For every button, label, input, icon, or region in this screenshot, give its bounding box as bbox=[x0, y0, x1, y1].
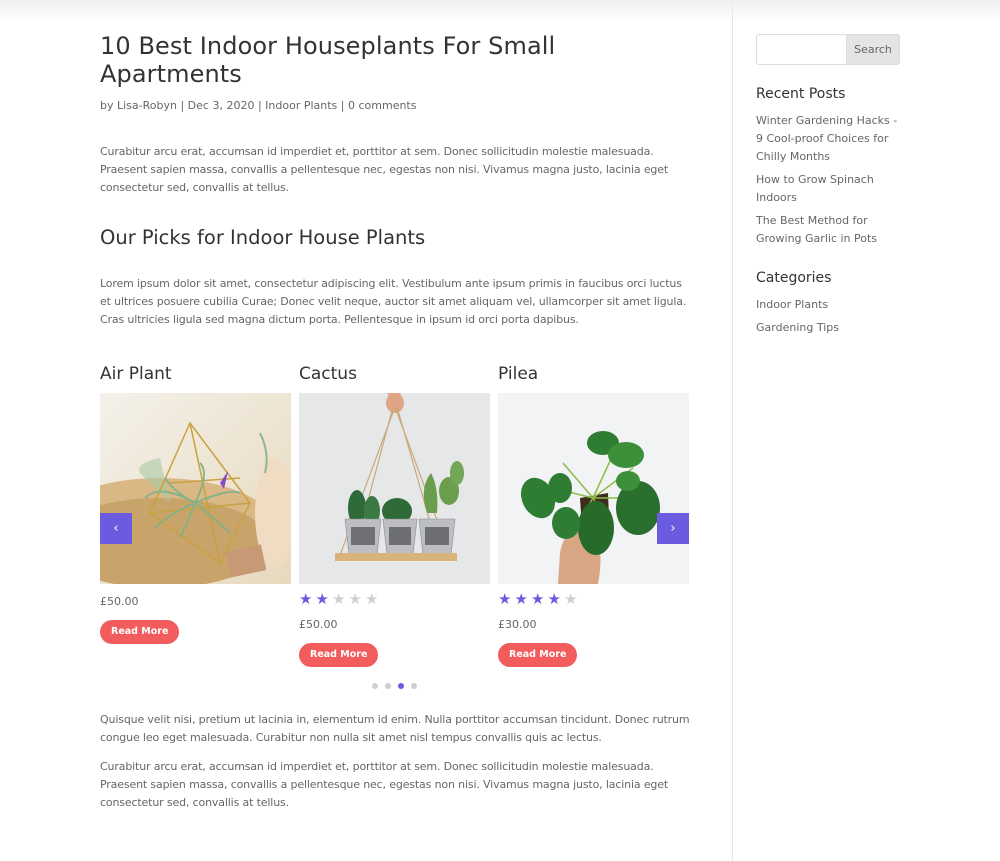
search-input[interactable] bbox=[756, 34, 846, 65]
recent-posts-list: Winter Gardening Hacks - 9 Cool-proof Ch… bbox=[756, 112, 906, 253]
post-title: 10 Best Indoor Houseplants For Small Apa… bbox=[100, 32, 556, 88]
post-date: Dec 3, 2020 bbox=[187, 99, 255, 112]
category-link[interactable]: Indoor Plants bbox=[265, 99, 337, 112]
product-title[interactable]: Air Plant bbox=[100, 362, 291, 393]
category-link[interactable]: Indoor Plants bbox=[756, 298, 828, 311]
carousel-dot[interactable] bbox=[372, 683, 378, 689]
recent-post-link[interactable]: The Best Method for Growing Garlic in Po… bbox=[756, 214, 877, 245]
section-paragraph: Lorem ipsum dolor sit amet, consectetur … bbox=[100, 277, 687, 326]
chevron-right-icon: › bbox=[670, 521, 676, 536]
search-form: Search bbox=[756, 34, 900, 65]
meta-by: by bbox=[100, 99, 117, 112]
recent-post-item: The Best Method for Growing Garlic in Po… bbox=[756, 212, 906, 248]
pilea-image[interactable] bbox=[498, 393, 689, 584]
product-title[interactable]: Cactus bbox=[299, 362, 490, 393]
product-price: £50.00 bbox=[100, 595, 139, 608]
carousel-dot[interactable] bbox=[385, 683, 391, 689]
product-card-cactus: Cactus ★ ★ ★ ★ ★ £50.00 Read More bbox=[299, 362, 490, 667]
section-heading: Our Picks for Indoor House Plants bbox=[100, 226, 426, 249]
carousel-pagination bbox=[372, 683, 417, 689]
recent-post-link[interactable]: Winter Gardening Hacks - 9 Cool-proof Ch… bbox=[756, 114, 897, 163]
product-price: £30.00 bbox=[498, 618, 537, 631]
star-filled-icon: ★ bbox=[547, 590, 561, 608]
product-price: £50.00 bbox=[299, 618, 338, 631]
star-filled-icon: ★ bbox=[315, 590, 329, 608]
post-meta: by Lisa-Robyn | Dec 3, 2020 | Indoor Pla… bbox=[100, 99, 416, 112]
recent-post-item: Winter Gardening Hacks - 9 Cool-proof Ch… bbox=[756, 112, 906, 166]
star-filled-icon: ★ bbox=[498, 590, 512, 608]
read-more-button[interactable]: Read More bbox=[498, 643, 578, 667]
search-button[interactable]: Search bbox=[846, 34, 900, 65]
outro-paragraph-2: Curabitur arcu erat, accumsan id imperdi… bbox=[100, 760, 669, 809]
categories-title: Categories bbox=[756, 270, 832, 286]
sidebar-divider bbox=[732, 0, 733, 861]
star-empty-icon: ★ bbox=[332, 590, 346, 608]
star-empty-icon: ★ bbox=[365, 590, 379, 608]
meta-separator: | bbox=[254, 99, 266, 112]
read-more-button[interactable]: Read More bbox=[299, 643, 379, 667]
recent-post-item: How to Grow Spinach Indoors bbox=[756, 171, 906, 207]
read-more-button[interactable]: Read More bbox=[100, 620, 180, 644]
carousel-dot[interactable] bbox=[411, 683, 417, 689]
carousel-dot[interactable] bbox=[398, 683, 404, 689]
product-card-air-plant: Air Plant £50.00 Read More bbox=[100, 362, 291, 644]
chevron-left-icon: ‹ bbox=[113, 521, 119, 536]
category-item: Gardening Tips bbox=[756, 319, 906, 337]
meta-separator: | bbox=[176, 99, 188, 112]
header-shadow bbox=[0, 0, 1000, 22]
intro-paragraph: Curabitur arcu erat, accumsan id imperdi… bbox=[100, 145, 669, 194]
comments-link[interactable]: 0 comments bbox=[348, 99, 417, 112]
star-empty-icon: ★ bbox=[564, 590, 578, 608]
product-title[interactable]: Pilea bbox=[498, 362, 689, 393]
star-filled-icon: ★ bbox=[531, 590, 545, 608]
cactus-image[interactable] bbox=[299, 393, 490, 584]
category-item: Indoor Plants bbox=[756, 296, 906, 314]
author-link[interactable]: Lisa-Robyn bbox=[117, 99, 177, 112]
category-link[interactable]: Gardening Tips bbox=[756, 321, 839, 334]
categories-list: Indoor Plants Gardening Tips bbox=[756, 296, 906, 342]
star-rating: ★ ★ ★ ★ ★ bbox=[498, 592, 689, 608]
air-plant-image[interactable] bbox=[100, 393, 291, 584]
meta-separator: | bbox=[337, 99, 348, 112]
carousel-next-button[interactable]: › bbox=[657, 513, 689, 544]
outro-paragraph-1: Quisque velit nisi, pretium ut lacinia i… bbox=[100, 713, 690, 744]
recent-posts-title: Recent Posts bbox=[756, 86, 846, 102]
star-empty-icon: ★ bbox=[348, 590, 362, 608]
star-filled-icon: ★ bbox=[299, 590, 313, 608]
recent-post-link[interactable]: How to Grow Spinach Indoors bbox=[756, 173, 874, 204]
star-filled-icon: ★ bbox=[514, 590, 528, 608]
carousel-prev-button[interactable]: ‹ bbox=[100, 513, 132, 544]
star-rating: ★ ★ ★ ★ ★ bbox=[299, 592, 490, 608]
